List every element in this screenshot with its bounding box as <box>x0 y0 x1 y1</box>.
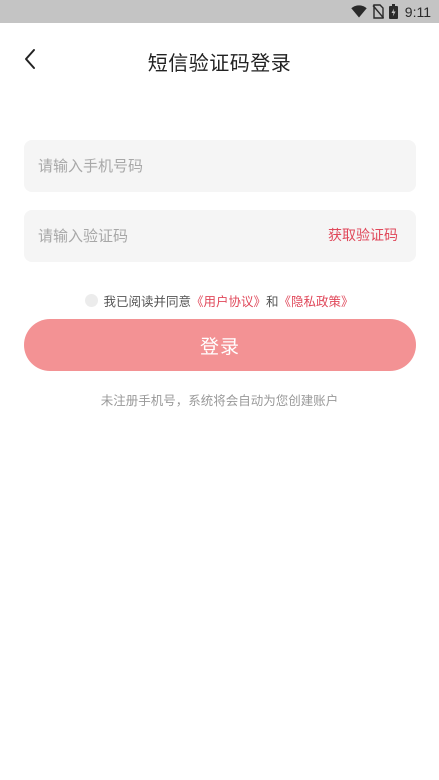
get-code-button[interactable]: 获取验证码 <box>328 210 398 262</box>
page-title: 短信验证码登录 <box>147 51 292 75</box>
status-icons: 9:11 <box>351 3 431 20</box>
user-agreement-link[interactable]: 《用户协议》 <box>191 291 266 310</box>
register-hint: 未注册手机号，系统将会自动为您创建账户 <box>100 393 339 408</box>
agreement-row: 我已阅读并同意 《用户协议》 和 《隐私政策》 <box>0 290 439 310</box>
phone-input-box[interactable] <box>24 140 416 192</box>
no-sim-icon <box>372 4 384 19</box>
battery-icon <box>388 4 398 19</box>
wifi-icon <box>351 5 367 18</box>
phone-input[interactable] <box>38 140 398 192</box>
header: 短信验证码登录 <box>0 23 439 99</box>
privacy-policy-link[interactable]: 《隐私政策》 <box>279 291 354 310</box>
agreement-radio[interactable] <box>85 293 99 307</box>
agreement-connector: 和 <box>266 293 279 309</box>
status-time: 9:11 <box>404 3 431 20</box>
code-input[interactable] <box>38 210 308 262</box>
login-button[interactable]: 登录 <box>24 319 416 371</box>
status-bar: 9:11 <box>0 0 439 23</box>
code-input-box[interactable]: 获取验证码 <box>24 210 416 262</box>
agreement-prefix: 我已阅读并同意 <box>103 293 191 309</box>
